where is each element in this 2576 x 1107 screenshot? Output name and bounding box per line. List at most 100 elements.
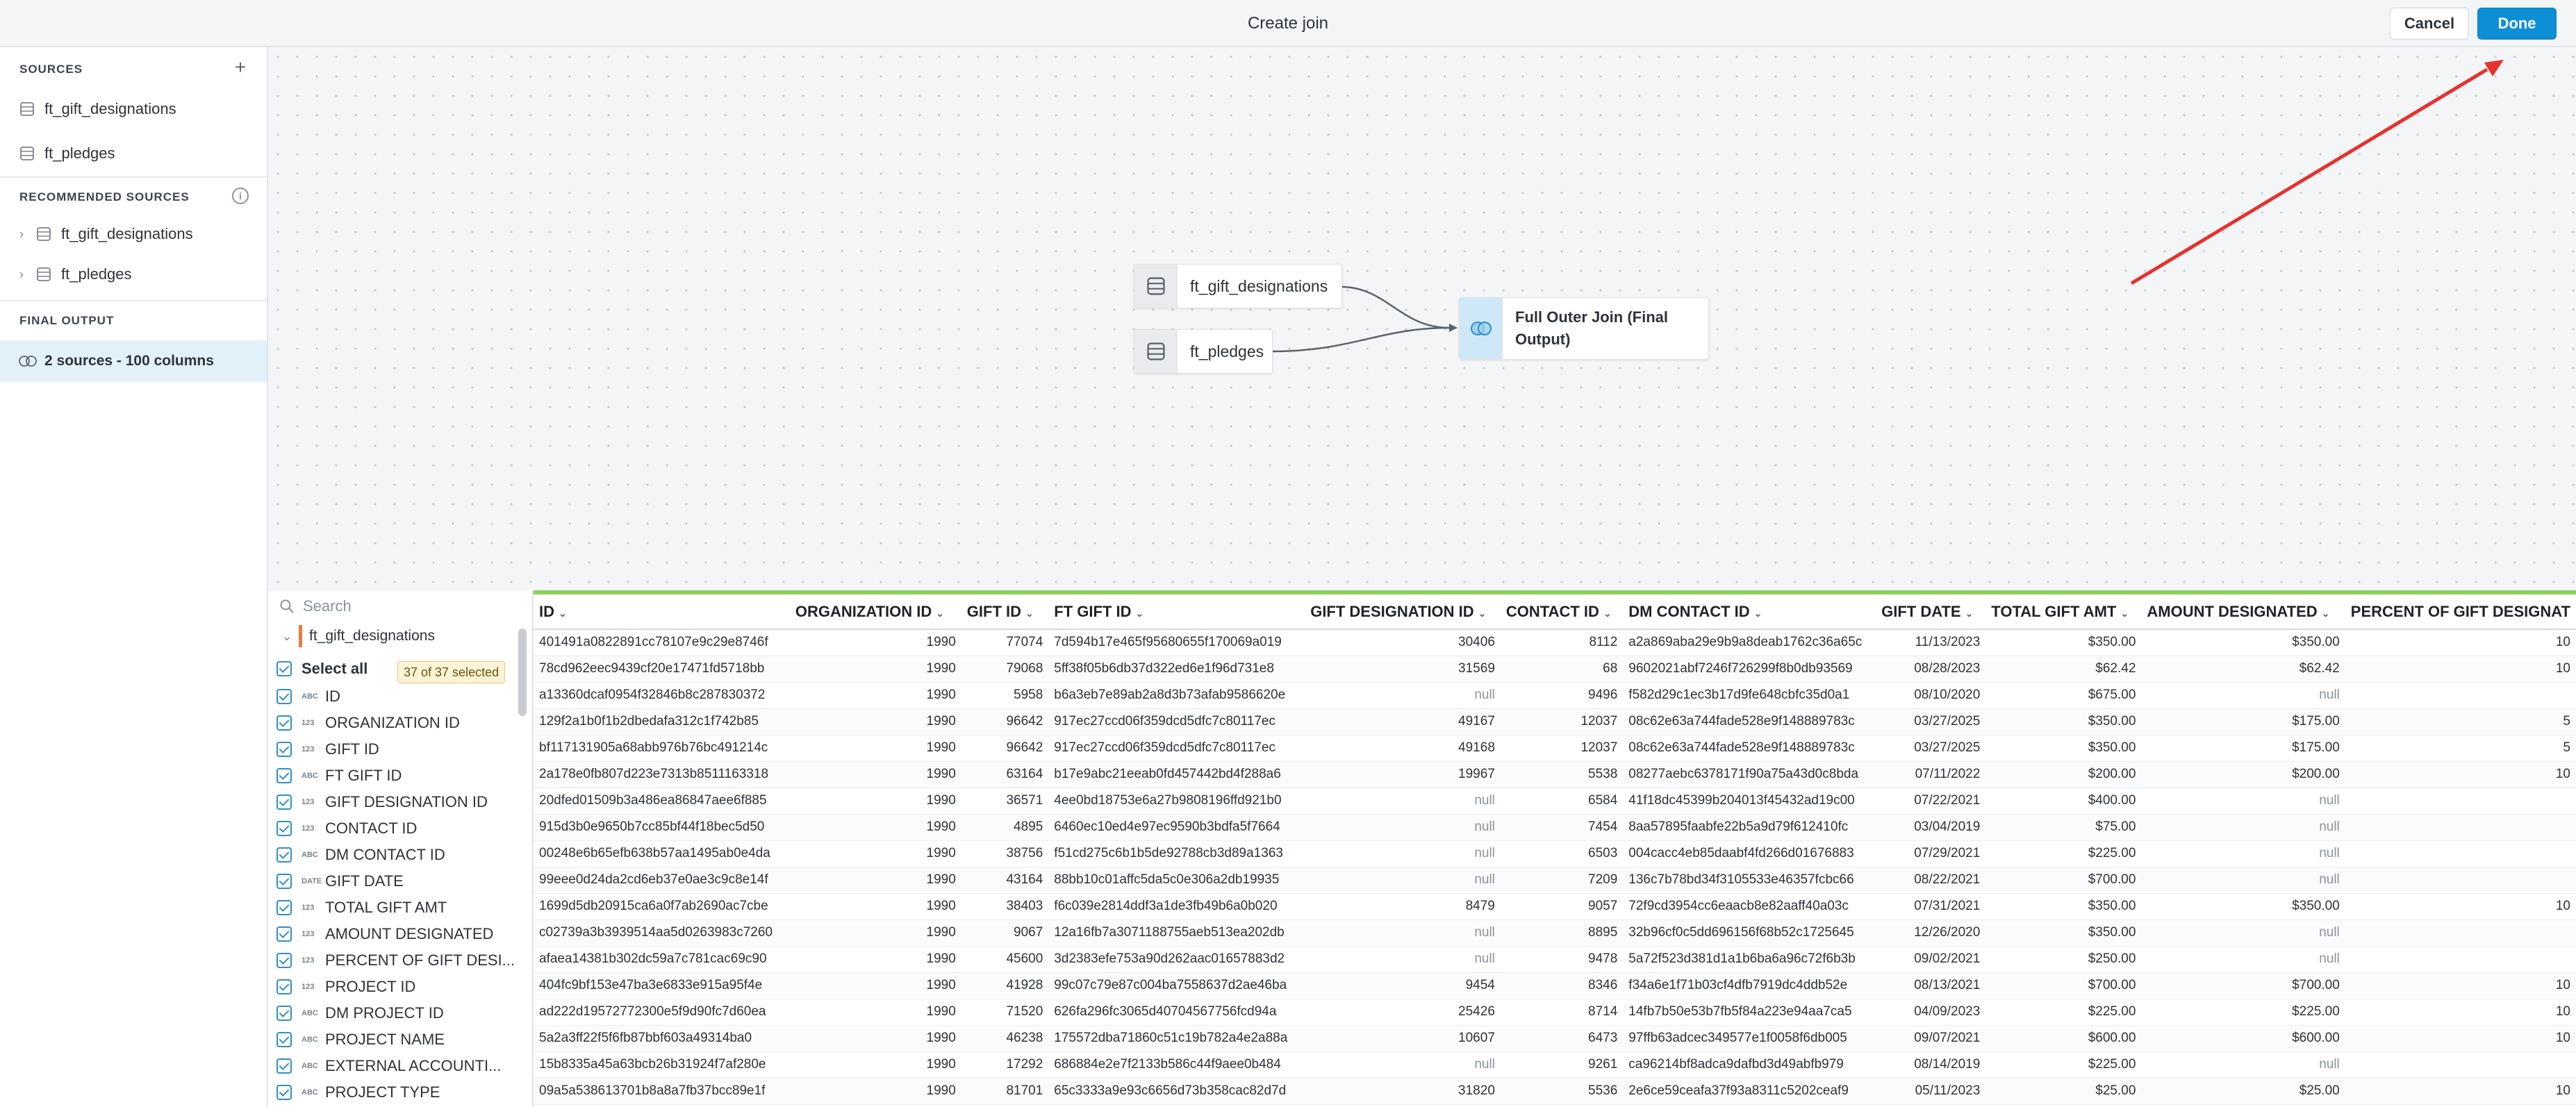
column-header[interactable]: FT GIFT ID ⌄ — [1048, 594, 1305, 630]
table-cell: 38756 — [961, 840, 1049, 867]
field-checkbox[interactable] — [276, 1058, 292, 1074]
join-node[interactable]: Full Outer Join (Final Output) — [1459, 297, 1709, 360]
preview-table[interactable]: ID ⌄ ORGANIZATION ID ⌄ GIFT ID ⌄ FT GIFT ID ⌄ GI… — [534, 594, 2576, 1107]
column-header[interactable]: AMOUNT DESIGNATED ⌄ — [2141, 594, 2345, 630]
column-header[interactable]: ORGANIZATION ID ⌄ — [789, 594, 961, 630]
sort-caret-icon[interactable]: ⌄ — [2120, 608, 2129, 619]
field-checkbox[interactable] — [276, 926, 292, 942]
field-name: EXTERNAL ACCOUNTI... — [325, 1057, 502, 1074]
field-item[interactable]: 123 PROJECT ID — [268, 974, 518, 1000]
sort-caret-icon[interactable]: ⌄ — [1136, 608, 1144, 619]
info-icon[interactable]: i — [232, 188, 249, 204]
select-all-checkbox[interactable] — [276, 661, 292, 676]
column-header[interactable]: GIFT DESIGNATION ID ⌄ — [1305, 594, 1501, 630]
field-item[interactable]: ABC DM PROJECT ID — [268, 1000, 518, 1026]
table-cell: 626fa296fc3065d40704567756fcd94a — [1048, 999, 1305, 1026]
chevron-right-icon[interactable]: › — [14, 227, 29, 242]
field-checkbox[interactable] — [276, 847, 292, 863]
source-node-gift-designations[interactable]: ft_gift_designations — [1134, 264, 1342, 308]
field-item[interactable]: 123 ORGANIZATION ID — [268, 710, 518, 736]
table-row[interactable]: c02739a3b3939514aa5d0263983c7260 1990 9067… — [534, 919, 2576, 947]
table-row[interactable]: 00248e6b65efb638b57aa1495ab0e4da 1990 3875… — [534, 840, 2576, 867]
field-checkbox[interactable] — [276, 1006, 292, 1021]
chevron-down-icon[interactable]: ⌄ — [279, 629, 295, 644]
field-item[interactable]: ABC FT GIFT ID — [268, 763, 518, 789]
done-button[interactable]: Done — [2477, 8, 2557, 40]
table-row[interactable]: 1699d5db20915ca6a0f7ab2690ac7cbe 1990 3840… — [534, 893, 2576, 920]
join-canvas[interactable]: ft_gift_designations ft_pledges Full Out… — [268, 47, 2576, 590]
recommended-item[interactable]: › ft_gift_designations — [0, 217, 267, 251]
column-header[interactable]: DM CONTACT ID ⌄ — [1623, 594, 1876, 630]
sort-caret-icon[interactable]: ⌄ — [1965, 608, 1974, 619]
column-header[interactable]: GIFT DATE ⌄ — [1876, 594, 1986, 630]
field-checkbox[interactable] — [276, 715, 292, 731]
column-header[interactable]: ID ⌄ — [534, 594, 790, 630]
field-item[interactable]: 123 PERCENT OF GIFT DESI... — [268, 947, 518, 974]
field-checkbox[interactable] — [276, 979, 292, 994]
sort-caret-icon[interactable]: ⌄ — [1754, 608, 1762, 619]
column-header[interactable]: GIFT ID ⌄ — [961, 594, 1049, 630]
sidebar-source-item[interactable]: ft_gift_designations — [0, 92, 267, 126]
field-checkbox[interactable] — [276, 900, 292, 915]
field-item[interactable]: DATE GIFT DATE — [268, 868, 518, 894]
sort-caret-icon[interactable]: ⌄ — [1603, 608, 1612, 619]
table-row[interactable]: 5a2a3ff22f5f6fb87bbf603a49314ba0 1990 4623… — [534, 1025, 2576, 1052]
field-checkbox[interactable] — [276, 689, 292, 704]
table-row[interactable]: 78cd962eec9439cf20e17471fd5718bb 1990 7906… — [534, 656, 2576, 683]
field-item[interactable]: 123 AMOUNT DESIGNATED — [268, 921, 518, 947]
sort-caret-icon[interactable]: ⌄ — [2322, 608, 2330, 619]
field-item[interactable]: 123 CONTACT ID — [268, 815, 518, 842]
recommended-item[interactable]: › ft_pledges — [0, 257, 267, 292]
sidebar-source-label: ft_gift_designations — [44, 100, 176, 117]
field-checkbox[interactable] — [276, 1085, 292, 1100]
field-item[interactable]: ABC DM CONTACT ID — [268, 842, 518, 868]
field-item[interactable]: 123 GIFT DESIGNATION ID — [268, 789, 518, 815]
field-item[interactable]: ABC EXTERNAL ACCOUNTI... — [268, 1053, 518, 1079]
field-name: PROJECT TYPE — [325, 1083, 440, 1101]
field-item[interactable]: 123 GIFT ID — [268, 736, 518, 763]
table-row[interactable]: 129f2a1b0f1b2dbedafa312c1f742b85 1990 9664… — [534, 708, 2576, 735]
field-checkbox[interactable] — [276, 768, 292, 783]
table-cell: 1990 — [789, 682, 961, 709]
field-source-group[interactable]: ⌄ ft_gift_designations — [268, 622, 532, 650]
field-name: TOTAL GIFT AMT — [325, 899, 447, 916]
sort-caret-icon[interactable]: ⌄ — [936, 608, 944, 619]
field-checkbox[interactable] — [276, 821, 292, 836]
table-row[interactable]: a13360dcaf0954f32846b8c287830372 1990 5958… — [534, 682, 2576, 709]
field-item[interactable]: ABC PROJECT TYPE — [268, 1079, 518, 1106]
sort-caret-icon[interactable]: ⌄ — [1478, 608, 1487, 619]
column-header[interactable]: PERCENT OF GIFT DESIGNAT — [2345, 594, 2576, 630]
field-checkbox[interactable] — [276, 742, 292, 757]
field-item[interactable]: ABC ID — [268, 683, 518, 710]
table-row[interactable]: 20dfed01509b3a486ea86847aee6f885 1990 3657… — [534, 788, 2576, 815]
source-node-pledges[interactable]: ft_pledges — [1134, 329, 1273, 374]
field-item[interactable]: 123 TOTAL GIFT AMT — [268, 894, 518, 921]
field-item[interactable]: ABC PROJECT NAME — [268, 1026, 518, 1053]
table-row[interactable]: bf117131905a68abb976b76bc491214c 1990 9664… — [534, 735, 2576, 762]
column-header[interactable]: CONTACT ID ⌄ — [1500, 594, 1624, 630]
cancel-button[interactable]: Cancel — [2390, 8, 2469, 40]
field-checkbox[interactable] — [276, 1032, 292, 1047]
column-header[interactable]: TOTAL GIFT AMT ⌄ — [1985, 594, 2142, 630]
table-row[interactable]: afaea14381b302dc59a7c781cac69c90 1990 4560… — [534, 946, 2576, 973]
field-checkbox[interactable] — [276, 874, 292, 889]
table-row[interactable]: 401491a0822891cc78107e9c29e8746f 1990 7707… — [534, 629, 2576, 656]
field-search[interactable]: Search — [268, 590, 532, 622]
fields-scrollbar[interactable] — [518, 629, 527, 716]
table-row[interactable]: 915d3b0e9650b7cc85bf44f18bec5d50 1990 4895… — [534, 814, 2576, 841]
sort-caret-icon[interactable]: ⌄ — [559, 608, 567, 619]
table-row[interactable]: 2a178e0fb807d223e7313b8511163318 1990 6316… — [534, 761, 2576, 788]
table-row[interactable]: 15b8335a45a63bcb26b31924f7af280e 1990 1729… — [534, 1051, 2576, 1079]
final-output-item[interactable]: 2 sources - 100 columns — [0, 340, 267, 382]
field-checkbox[interactable] — [276, 953, 292, 968]
table-row[interactable]: 99eee0d24da2cd6eb37e0ae3c9c8e14f 1990 4316… — [534, 867, 2576, 894]
table-row[interactable]: ad222d19572772300e5f9d90fc7d60ea 1990 7152… — [534, 999, 2576, 1026]
field-checkbox[interactable] — [276, 794, 292, 810]
table-row[interactable]: 09a5a538613701b8a8a7fb37bcc89e1f 1990 8170… — [534, 1078, 2576, 1105]
plus-icon[interactable]: + — [231, 58, 250, 78]
table-cell: 07/11/2022 — [1876, 761, 1986, 788]
chevron-right-icon[interactable]: › — [14, 267, 29, 282]
sort-caret-icon[interactable]: ⌄ — [1025, 608, 1034, 619]
table-row[interactable]: 404fc9bf153e47ba3e6833e915a95f4e 1990 4192… — [534, 972, 2576, 999]
sidebar-source-item[interactable]: ft_pledges — [0, 136, 267, 171]
